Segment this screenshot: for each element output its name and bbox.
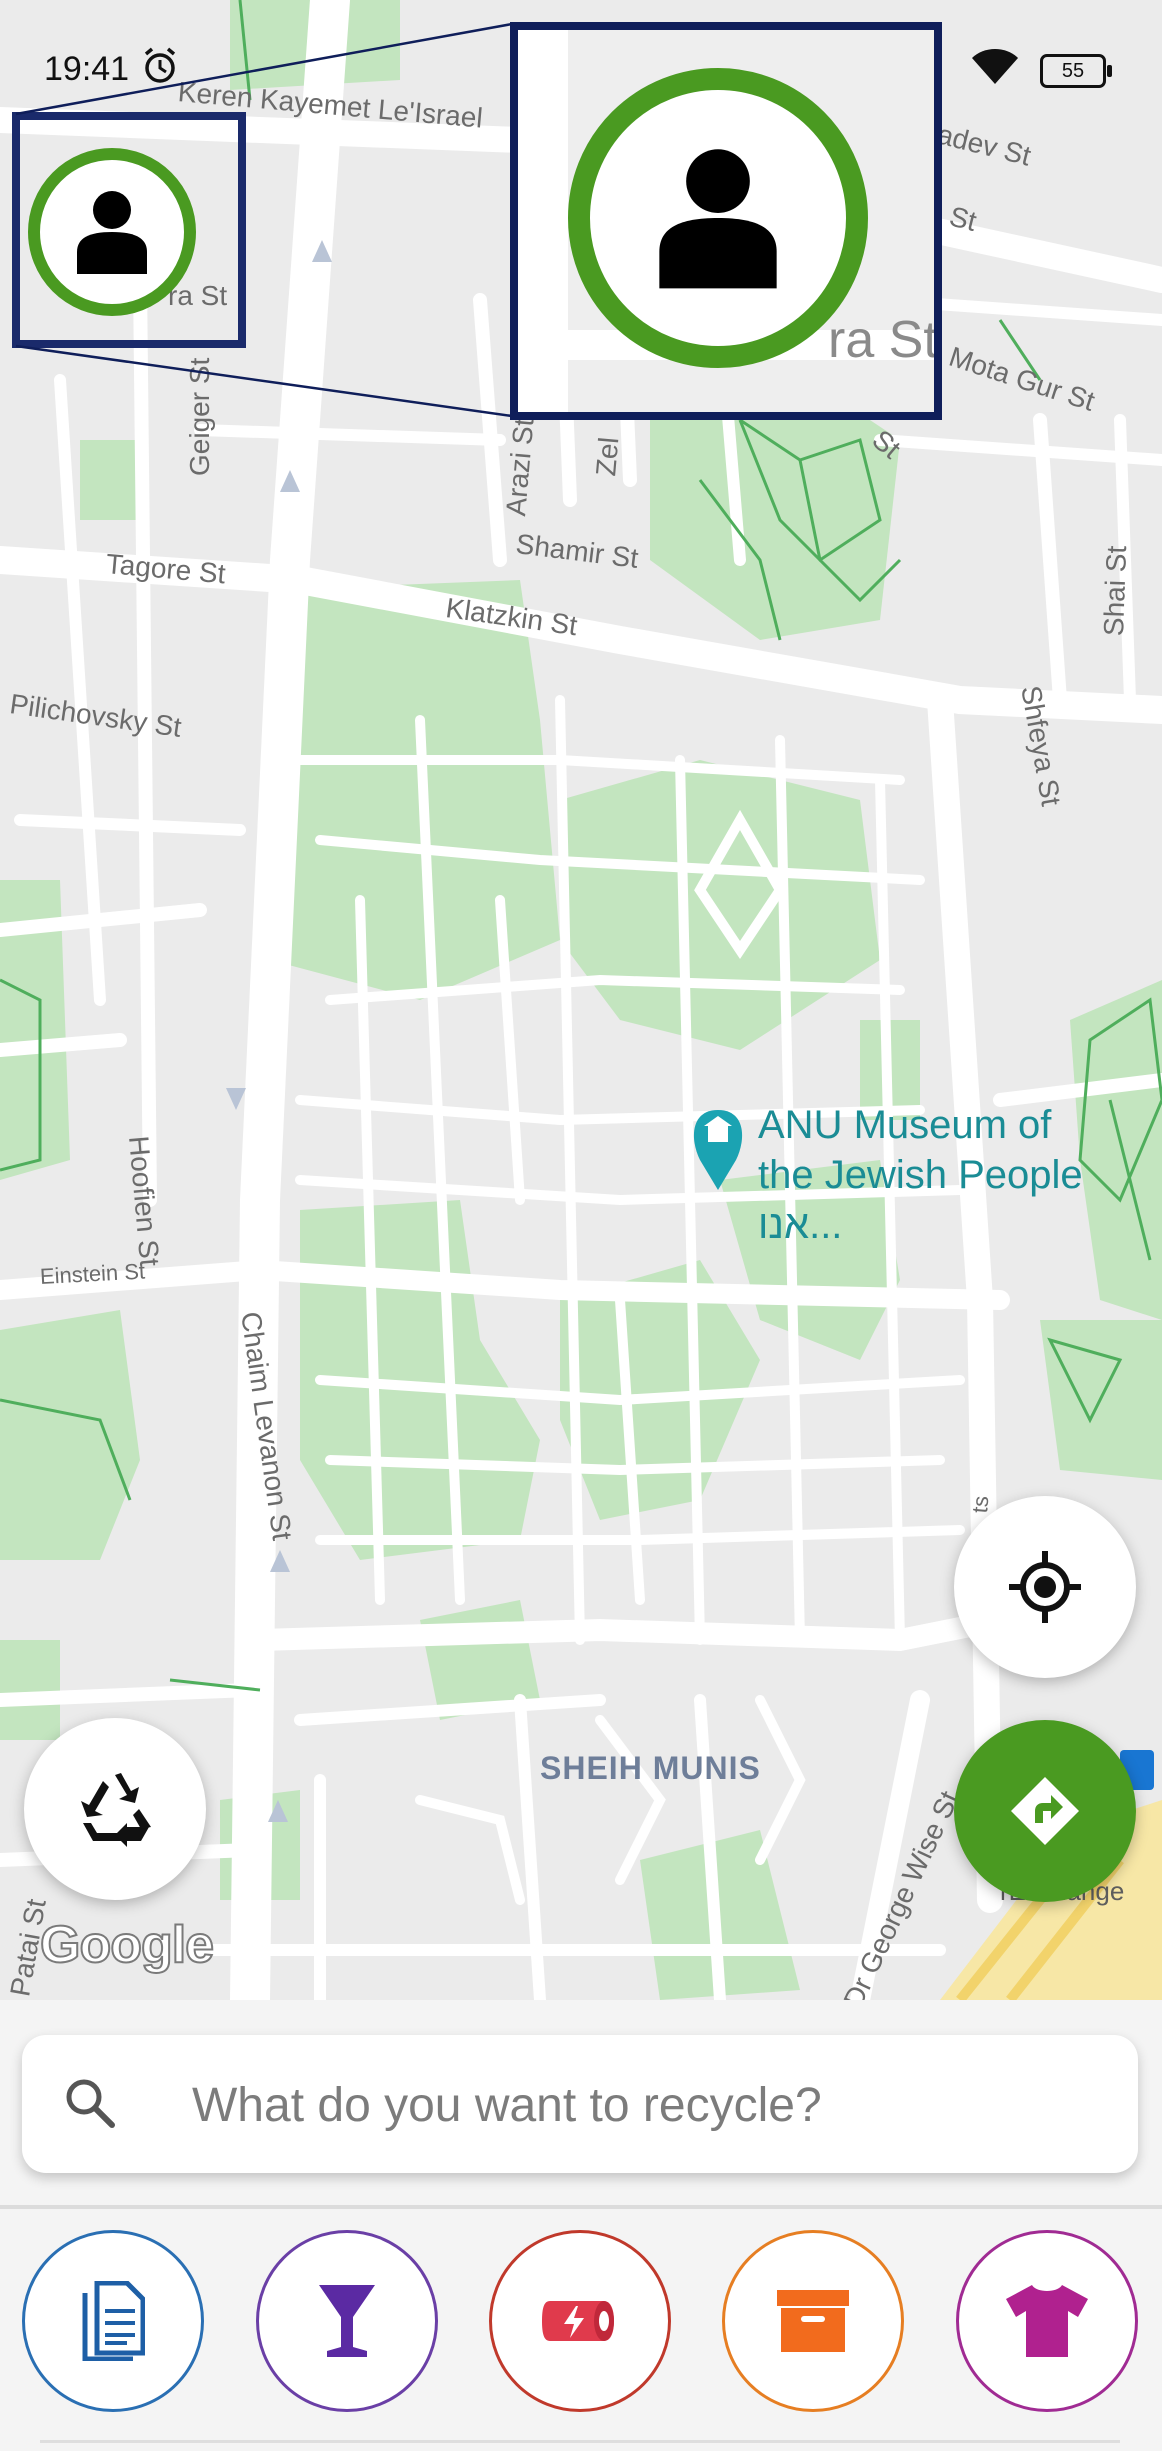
divider	[0, 2205, 1162, 2209]
recycle-icon	[81, 1773, 151, 1847]
museum-pin-icon	[693, 1110, 743, 1190]
person-icon	[659, 149, 777, 289]
area-label: SHEIH MUNIS	[540, 1750, 761, 1786]
zoom-inset: ra St	[510, 22, 942, 420]
my-location-button[interactable]	[954, 1496, 1136, 1678]
category-carton-button[interactable]	[722, 2230, 904, 2412]
glass-icon	[319, 2285, 375, 2357]
category-bar	[0, 2230, 1162, 2430]
poi-line-2: the Jewish People אנו...	[758, 1153, 1083, 1247]
search-input[interactable]	[190, 2065, 1094, 2145]
carton-icon	[777, 2290, 849, 2352]
poi-line-1: ANU Museum of	[758, 1103, 1052, 1147]
street-label: Einstein St	[39, 1258, 146, 1289]
bottom-divider	[40, 2440, 1120, 2443]
recycle-button[interactable]	[24, 1718, 206, 1900]
my-location-icon	[1009, 1551, 1081, 1623]
category-glass-button[interactable]	[256, 2230, 438, 2412]
street-label: Shai St	[1098, 545, 1133, 637]
category-battery-button[interactable]	[489, 2230, 671, 2412]
textile-icon	[1006, 2285, 1088, 2357]
search-icon	[62, 2075, 118, 2136]
zoomed-avatar	[568, 68, 868, 368]
directions-icon	[1011, 1777, 1079, 1845]
battery-icon	[542, 2301, 614, 2341]
directions-button[interactable]	[954, 1720, 1136, 1902]
search-bar[interactable]	[22, 2035, 1138, 2173]
category-textile-button[interactable]	[956, 2230, 1138, 2412]
zoom-street-label: ra St	[828, 311, 938, 369]
category-paper-button[interactable]	[22, 2230, 204, 2412]
google-logo: Google	[39, 1915, 215, 1975]
museum-poi-label[interactable]: ANU Museum of the Jewish People אנו...	[758, 1100, 1162, 1250]
paper-icon	[82, 2281, 145, 2361]
street-label: ts	[967, 1494, 994, 1515]
map-view[interactable]: Keren Kayemet Le'Israel adev St St ra St…	[0, 0, 1162, 2000]
